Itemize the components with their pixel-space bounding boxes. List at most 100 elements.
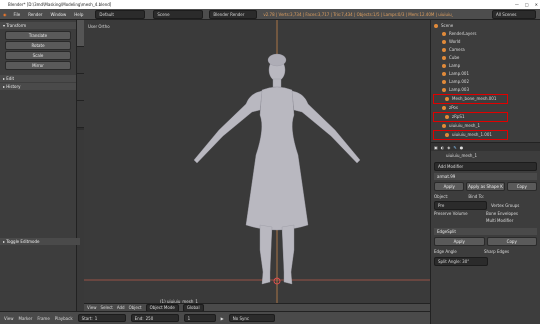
outliner-item[interactable]: zRpS1: [433, 112, 508, 122]
3d-viewport[interactable]: User Ortho (1) uiuiuiu_mesh_1: [84, 20, 430, 311]
header-add[interactable]: Add: [117, 305, 125, 310]
timeline-view[interactable]: View: [4, 316, 14, 321]
outliner-item[interactable]: Camera: [431, 46, 540, 54]
apply-button-1[interactable]: Apply: [434, 182, 465, 191]
object-icon: [442, 88, 446, 92]
render-engine-select[interactable]: Blender Render: [209, 9, 258, 19]
add-modifier-select[interactable]: Add Modifier: [434, 162, 537, 171]
apply-button-2[interactable]: Apply: [434, 237, 485, 246]
play-button-icon[interactable]: ▶: [221, 316, 224, 321]
object-icon: [445, 133, 449, 137]
object-icon: [445, 97, 449, 101]
start-value: 1: [94, 315, 98, 321]
translate-button[interactable]: Translate: [5, 31, 71, 40]
vertex-groups-checkbox[interactable]: Vertex Groups: [491, 203, 519, 208]
tool-tabs: [77, 20, 84, 130]
timeline-playback[interactable]: Playback: [55, 316, 73, 321]
edgesplit-modifier-name[interactable]: EdgeSplit: [437, 229, 456, 234]
header-object[interactable]: Object: [129, 305, 142, 310]
bind-to-label: Bind To:: [468, 194, 485, 199]
viewport-label: User Ortho: [88, 24, 110, 29]
timeline-frame[interactable]: Frame: [37, 316, 49, 321]
copy-button-1[interactable]: Copy: [506, 182, 537, 191]
outliner-item-label: Lamp.003: [449, 87, 470, 92]
object-icon: [442, 32, 446, 36]
sync-select[interactable]: No Sync: [228, 314, 275, 322]
outliner-item[interactable]: Lamp.003: [431, 86, 540, 94]
preserve-volume-checkbox[interactable]: Preserve Volume: [434, 211, 482, 216]
mirror-button[interactable]: Mirror: [5, 61, 71, 70]
outliner-item[interactable]: Lamp.002: [431, 78, 540, 86]
object-icon: [442, 72, 446, 76]
minimize-icon[interactable]: —: [515, 0, 519, 9]
object-icon: [442, 56, 446, 60]
menu-render[interactable]: Render: [24, 9, 46, 20]
outliner-item-label: Cube: [449, 55, 460, 60]
armature-object-field[interactable]: Pre: [434, 201, 487, 210]
outliner-item[interactable]: RenderLayers: [431, 30, 540, 38]
end-frame-field[interactable]: End: 250: [130, 314, 179, 322]
blender-logo-icon[interactable]: ◉: [3, 12, 7, 17]
sharp-edges-checkbox[interactable]: Sharp Edges: [484, 249, 509, 254]
render-tab-icon[interactable]: ▣: [434, 145, 438, 150]
maximize-icon[interactable]: □: [525, 0, 529, 9]
armature-modifier-header[interactable]: armat.99: [434, 173, 537, 180]
multi-modifier-checkbox[interactable]: Multi Modifier: [486, 218, 513, 223]
tab-create[interactable]: [77, 47, 84, 74]
bone-envelopes-checkbox[interactable]: Bone Envelopes: [486, 211, 518, 216]
object-label: Object:: [434, 194, 449, 199]
menu-help[interactable]: Help: [70, 9, 87, 20]
edgesplit-modifier-header[interactable]: EdgeSplit: [434, 228, 537, 235]
outliner-item[interactable]: Mesh_bone_mesh.001: [433, 94, 508, 104]
object-name[interactable]: uiuiuiu_mesh_1: [434, 153, 477, 158]
outliner-item[interactable]: Cube: [431, 54, 540, 62]
outliner[interactable]: Scene RenderLayers World Camera Cube Lamp Lamp…: [430, 20, 540, 142]
layout-select[interactable]: Default: [95, 9, 146, 19]
close-icon[interactable]: ✕: [535, 0, 538, 9]
scene-select[interactable]: Scene: [153, 9, 204, 19]
history-header[interactable]: ▸ History: [0, 83, 76, 90]
copy-button-2[interactable]: Copy: [486, 237, 537, 246]
outliner-item[interactable]: Lamp.001: [431, 70, 540, 78]
object-tab-icon[interactable]: ◈: [447, 145, 450, 150]
object-icon: [434, 24, 438, 28]
edit-header[interactable]: ▸ Edit: [0, 75, 76, 82]
apply-shape-button[interactable]: Apply as Shape K: [466, 182, 505, 191]
header-view[interactable]: View: [87, 305, 97, 310]
armature-modifier-name[interactable]: armat.99: [437, 174, 455, 179]
outliner-item[interactable]: uiuiuiu_mesh_1.001: [433, 130, 508, 140]
properties-editor: ▣ ◐ ◈ ✎ ● uiuiuiu_mesh_1 Add Modifier ar…: [430, 142, 540, 324]
current-frame-field[interactable]: 1: [183, 314, 216, 322]
material-tab-icon[interactable]: ●: [460, 145, 464, 150]
outliner-item[interactable]: Scene: [431, 22, 540, 30]
props-tabs: ▣ ◐ ◈ ✎ ●: [431, 143, 540, 151]
outliner-item-label: uiuiuiu_mesh_1.001: [452, 132, 492, 137]
outliner-item-label: RenderLayers: [449, 31, 477, 36]
tab-animation[interactable]: [77, 101, 84, 128]
tab-relations[interactable]: [77, 74, 84, 101]
timeline-marker[interactable]: Marker: [19, 316, 33, 321]
outliner-item[interactable]: zPos: [431, 104, 540, 112]
edge-angle-checkbox[interactable]: Edge Angle: [434, 249, 474, 254]
object-icon: [442, 64, 446, 68]
tab-tools[interactable]: [77, 20, 84, 47]
start-frame-field[interactable]: Start: 1: [77, 314, 126, 322]
modifier-tab-icon[interactable]: ✎: [453, 145, 456, 150]
outliner-item[interactable]: uiuiuiu_mesh_1: [431, 122, 540, 130]
scale-button[interactable]: Scale: [5, 51, 71, 60]
split-angle-field[interactable]: Split Angle: 30°: [434, 257, 488, 266]
outliner-list: Scene RenderLayers World Camera Cube Lamp Lamp…: [431, 20, 540, 140]
rotate-button[interactable]: Rotate: [5, 41, 71, 50]
outliner-item-label: World: [449, 39, 461, 44]
outliner-item[interactable]: World: [431, 38, 540, 46]
object-icon: [442, 48, 446, 52]
transform-header[interactable]: ▾ Transform: [0, 22, 76, 29]
outliner-search[interactable]: All Scenes: [492, 9, 536, 19]
menu-window[interactable]: Window: [46, 9, 70, 20]
header-select[interactable]: Select: [101, 305, 113, 310]
outliner-item[interactable]: Lamp: [431, 62, 540, 70]
scene-tab-icon[interactable]: ◐: [441, 145, 445, 150]
toggle-editmode-panel[interactable]: ▸ Toggle Editmode: [0, 238, 80, 245]
menu-file[interactable]: File: [10, 9, 25, 20]
outliner-item-label: Mesh_bone_mesh.001: [452, 96, 497, 101]
